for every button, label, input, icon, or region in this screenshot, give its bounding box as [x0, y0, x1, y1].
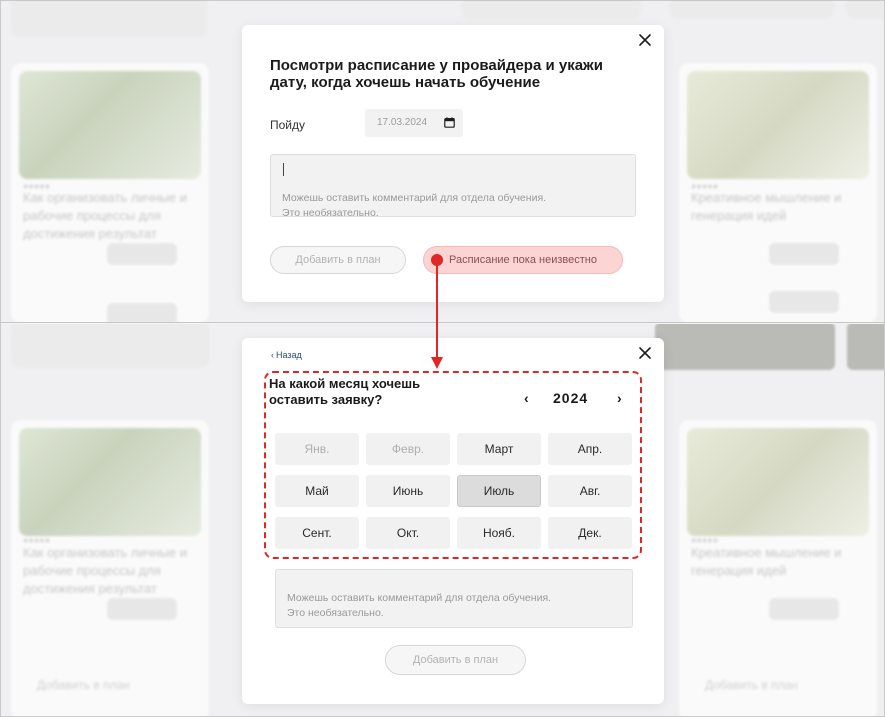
month-modal: ‹ Назад На какой месяц хочешь оставить за…: [242, 338, 664, 704]
month-option[interactable]: Июнь: [366, 475, 450, 507]
modal-title: На какой месяц хочешь оставить заявку?: [269, 376, 421, 407]
next-year-button[interactable]: ›: [617, 390, 622, 406]
month-option[interactable]: Май: [275, 475, 359, 507]
bg-card-top-right: [669, 1, 834, 19]
bg-card-image: [19, 428, 201, 536]
back-link[interactable]: ‹ Назад: [271, 350, 302, 360]
comment-field[interactable]: Можешь оставить комментарий для отдела о…: [270, 154, 636, 219]
bg-card-top-far: [846, 1, 884, 19]
month-option[interactable]: Апр.: [548, 433, 632, 465]
bg-card-image: [687, 428, 869, 536]
chevron-left-icon: ‹: [271, 350, 274, 360]
month-option[interactable]: Сент.: [275, 517, 359, 549]
prev-year-button[interactable]: ‹: [524, 390, 529, 406]
modal-title: Посмотри расписание у провайдера и укажи…: [270, 57, 603, 91]
bg-card-footer: Добавить в план: [705, 678, 798, 692]
add-to-plan-button[interactable]: Добавить в план: [270, 246, 406, 274]
bg-course-card-left: ●●●●● Как организовать личные и рабочие …: [11, 63, 209, 323]
bg-card-title: Как организовать личные и рабочие процес…: [23, 190, 188, 241]
bg-card-top-left: [11, 1, 207, 37]
month-option[interactable]: Март: [457, 433, 541, 465]
comment-field[interactable]: Можешь оставить комментарий для отдела о…: [275, 569, 633, 628]
date-label: Пойду: [270, 118, 306, 132]
panel-divider: [1, 322, 884, 323]
close-icon[interactable]: [638, 33, 652, 47]
bg-card-badge: [107, 303, 177, 323]
schedule-unknown-button[interactable]: Расписание пока неизвестно: [423, 246, 623, 274]
month-option[interactable]: Нояб.: [457, 517, 541, 549]
date-modal: Посмотри расписание у провайдера и укажи…: [242, 25, 664, 302]
date-value: 17.03.2024: [377, 117, 428, 128]
bg-course-card-left: ●●●●● Как организовать личные и рабочие …: [11, 420, 209, 716]
year-label: 2024: [553, 390, 589, 406]
bg-card-image: [687, 71, 869, 179]
bg-card-badge: [769, 598, 839, 620]
add-to-plan-button[interactable]: Добавить в план: [385, 645, 526, 675]
screenshot-frame: ●●●●● Как организовать личные и рабочие …: [0, 0, 885, 717]
calendar-icon[interactable]: [444, 117, 455, 128]
comment-placeholder: Можешь оставить комментарий для отдела о…: [287, 592, 552, 619]
bg-card-title: Креативное мышление и генерация идей: [691, 190, 842, 223]
bg-course-card-right: ●●●●● Креативное мышление и генерация ид…: [679, 420, 877, 716]
bg-card-badge: [107, 243, 177, 265]
bg-card-image: [19, 71, 201, 179]
date-input[interactable]: 17.03.2024: [365, 109, 463, 137]
bg-card-footer: Добавить в план: [37, 678, 130, 692]
month-option[interactable]: Июль: [457, 475, 541, 507]
month-option[interactable]: Окт.: [366, 517, 450, 549]
bg-card-title: Как организовать личные и рабочие процес…: [23, 545, 188, 596]
month-option: Янв.: [275, 433, 359, 465]
bg-card-badge: [107, 598, 177, 620]
bg-card-top-mid: [461, 1, 641, 19]
bg-card-badge: [769, 291, 839, 313]
bg-course-card-right: ●●●●● Креативное мышление и генерация ид…: [679, 63, 877, 323]
close-icon[interactable]: [638, 346, 652, 360]
bg-dark-banner: [655, 324, 835, 370]
month-option[interactable]: Авг.: [548, 475, 632, 507]
bg-card-strip-left: [11, 324, 209, 368]
bg-dark-banner: [847, 324, 884, 370]
bg-card-title: Креативное мышление и генерация идей: [691, 545, 842, 578]
month-option[interactable]: Дек.: [548, 517, 632, 549]
back-label: Назад: [276, 350, 302, 360]
bg-card-badge: [769, 243, 839, 265]
top-panel: ●●●●● Как организовать личные и рабочие …: [1, 1, 884, 323]
comment-placeholder: Можешь оставить комментарий для отдела о…: [282, 192, 547, 219]
month-grid: Янв. Февр. Март Апр. Май Июнь Июль Авг. Сент. Окт…: [275, 433, 633, 549]
month-option: Февр.: [366, 433, 450, 465]
text-caret: [283, 163, 284, 176]
